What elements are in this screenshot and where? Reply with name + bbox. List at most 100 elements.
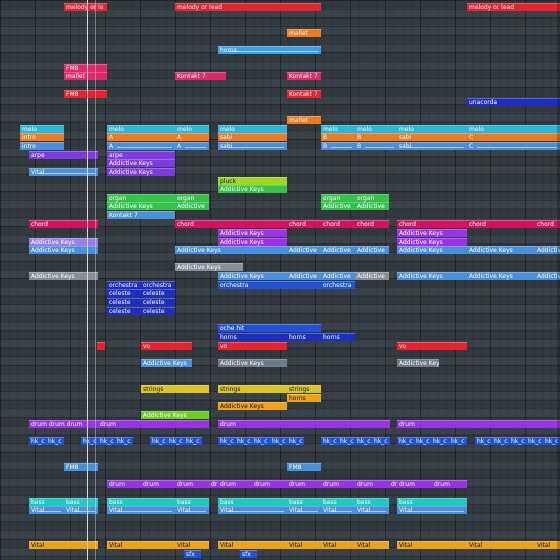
pattern-clip[interactable]: chord [287,220,321,228]
pattern-clip[interactable]: melody or lead [467,3,560,11]
pattern-clip[interactable]: Vital [175,541,209,549]
pattern-clip[interactable]: drum [252,480,287,488]
pattern-clip[interactable]: Addictive Keys [397,229,467,237]
pattern-clip[interactable]: orchestra [218,281,321,289]
pattern-clip[interactable]: melo [107,125,175,133]
pattern-clip[interactable]: hk_c [338,437,355,445]
pattern-clip[interactable]: Addictive Keys [141,411,209,419]
pattern-clip[interactable]: chord [355,220,389,228]
pattern-clip[interactable]: sabi [397,142,467,150]
pattern-clip[interactable]: celeste [107,307,141,315]
pattern-clip[interactable]: Vital [467,541,535,549]
pattern-clip[interactable]: hk_c [449,437,467,445]
pattern-clip[interactable]: drum [432,480,467,488]
pattern-clip[interactable]: Vital [107,506,175,514]
pattern-clip[interactable]: FM8 [64,90,107,98]
pattern-clip[interactable]: horns [218,46,321,54]
pattern-clip[interactable]: Addictive [355,202,389,210]
pattern-clip[interactable]: C [467,133,560,141]
playlist-arrangement[interactable]: melody or le melody or lead melody or lead… [0,0,560,560]
pattern-clip[interactable]: hk_c [492,437,509,445]
pattern-clip[interactable]: sfx [240,550,257,558]
pattern-clip[interactable]: drum [397,420,560,428]
pattern-clip[interactable]: Addictive Keys [397,246,467,254]
pattern-clip[interactable]: FM8 [64,463,98,471]
pattern-clip[interactable]: FM8 [64,64,107,72]
pattern-clip[interactable]: bass [64,498,98,506]
pattern-clip[interactable] [97,342,105,350]
pattern-clip[interactable]: drum [107,480,141,488]
pattern-clip[interactable]: celeste [141,289,175,297]
pattern-clip[interactable]: mallet [64,72,107,80]
pattern-clip[interactable]: Addictive [287,272,321,280]
pattern-clip[interactable]: hk_c [372,437,390,445]
pattern-clip[interactable]: dr [209,480,218,488]
pattern-clip[interactable]: hk_c [115,437,133,445]
pattern-clip[interactable]: bass [29,498,64,506]
pattern-clip[interactable]: unacorda [467,98,560,106]
pattern-clip[interactable]: Addictive [355,246,389,254]
pattern-clip[interactable]: melody or lead [175,3,321,11]
pattern-clip[interactable]: hk_c [167,437,184,445]
pattern-clip[interactable]: Vital [218,541,287,549]
pattern-clip[interactable]: drum [98,420,209,428]
pattern-clip[interactable]: melo [218,125,287,133]
pattern-clip[interactable]: hk_c [218,437,235,445]
pattern-clip[interactable]: B [355,133,397,141]
pattern-clip[interactable]: Addictive [287,246,321,254]
pattern-clip[interactable]: Kontakt 7 [287,90,321,98]
pattern-clip[interactable]: horns [287,333,321,341]
pattern-clip[interactable]: celeste [107,289,141,297]
pattern-clip[interactable]: melo [321,125,355,133]
pattern-clip[interactable]: Addictive [175,202,209,210]
pattern-clip[interactable]: dr [389,480,397,488]
pattern-clip[interactable]: chord [321,220,355,228]
pattern-clip[interactable]: Addictive [321,246,355,254]
pattern-clip[interactable]: bass [355,498,389,506]
pattern-clip[interactable]: hk_c [98,437,115,445]
pattern-clip[interactable]: drum [218,480,252,488]
pattern-clip[interactable]: Addictive [321,272,355,280]
pattern-clip[interactable]: C [467,142,560,150]
pattern-clip[interactable]: Addictive Keys [467,272,535,280]
pattern-clip[interactable]: drum [355,480,389,488]
pattern-clip[interactable]: sfx [184,550,201,558]
pattern-clip[interactable]: horns [218,333,287,341]
pattern-clip[interactable]: orchestra [141,281,175,289]
pattern-clip[interactable]: drum [287,480,321,488]
pattern-clip[interactable]: celeste [107,298,141,306]
pattern-clip[interactable]: drum [321,480,355,488]
pattern-clip[interactable]: bass [218,498,287,506]
pattern-clip[interactable]: organ [355,194,389,202]
pattern-clip[interactable]: Addictive Keys [218,185,287,193]
pattern-clip[interactable]: melo [467,125,560,133]
pattern-clip[interactable]: organ [175,194,209,202]
pattern-clip[interactable]: Addictive Keys [218,229,287,237]
pattern-clip[interactable]: hk_c [475,437,492,445]
pattern-clip[interactable]: melo [397,125,467,133]
pattern-clip[interactable]: A [107,133,175,141]
pattern-clip[interactable]: B [321,142,355,150]
playhead[interactable] [87,0,88,560]
pattern-clip[interactable]: strings [287,385,321,393]
pattern-clip[interactable]: bass [107,498,175,506]
pattern-clip[interactable]: Addictive Keys [141,359,192,367]
pattern-clip[interactable]: bass [321,498,355,506]
pattern-clip[interactable]: Vital [321,541,355,549]
pattern-clip[interactable]: bass [175,498,209,506]
pattern-clip[interactable]: hk_c [150,437,167,445]
pattern-clip[interactable]: strings [141,385,209,393]
pattern-clip[interactable]: A [175,142,209,150]
pattern-clip[interactable]: horns [287,394,321,402]
pattern-clip[interactable]: hk_c [29,437,46,445]
pattern-clip[interactable]: Vital [64,506,98,514]
pattern-clip[interactable]: melody or le [64,3,107,11]
pattern-clip[interactable]: hk_c [431,437,449,445]
pattern-clip[interactable]: Addictive Keys [218,238,287,246]
pattern-clip[interactable]: drum [218,420,390,428]
pattern-clip[interactable]: Addictive [355,272,389,280]
pattern-clip[interactable]: Addictive [321,202,355,210]
pattern-clip[interactable]: vo [141,342,192,350]
pattern-clip[interactable]: Addictive Keys [218,402,287,410]
pattern-clip[interactable]: bass [397,498,467,506]
